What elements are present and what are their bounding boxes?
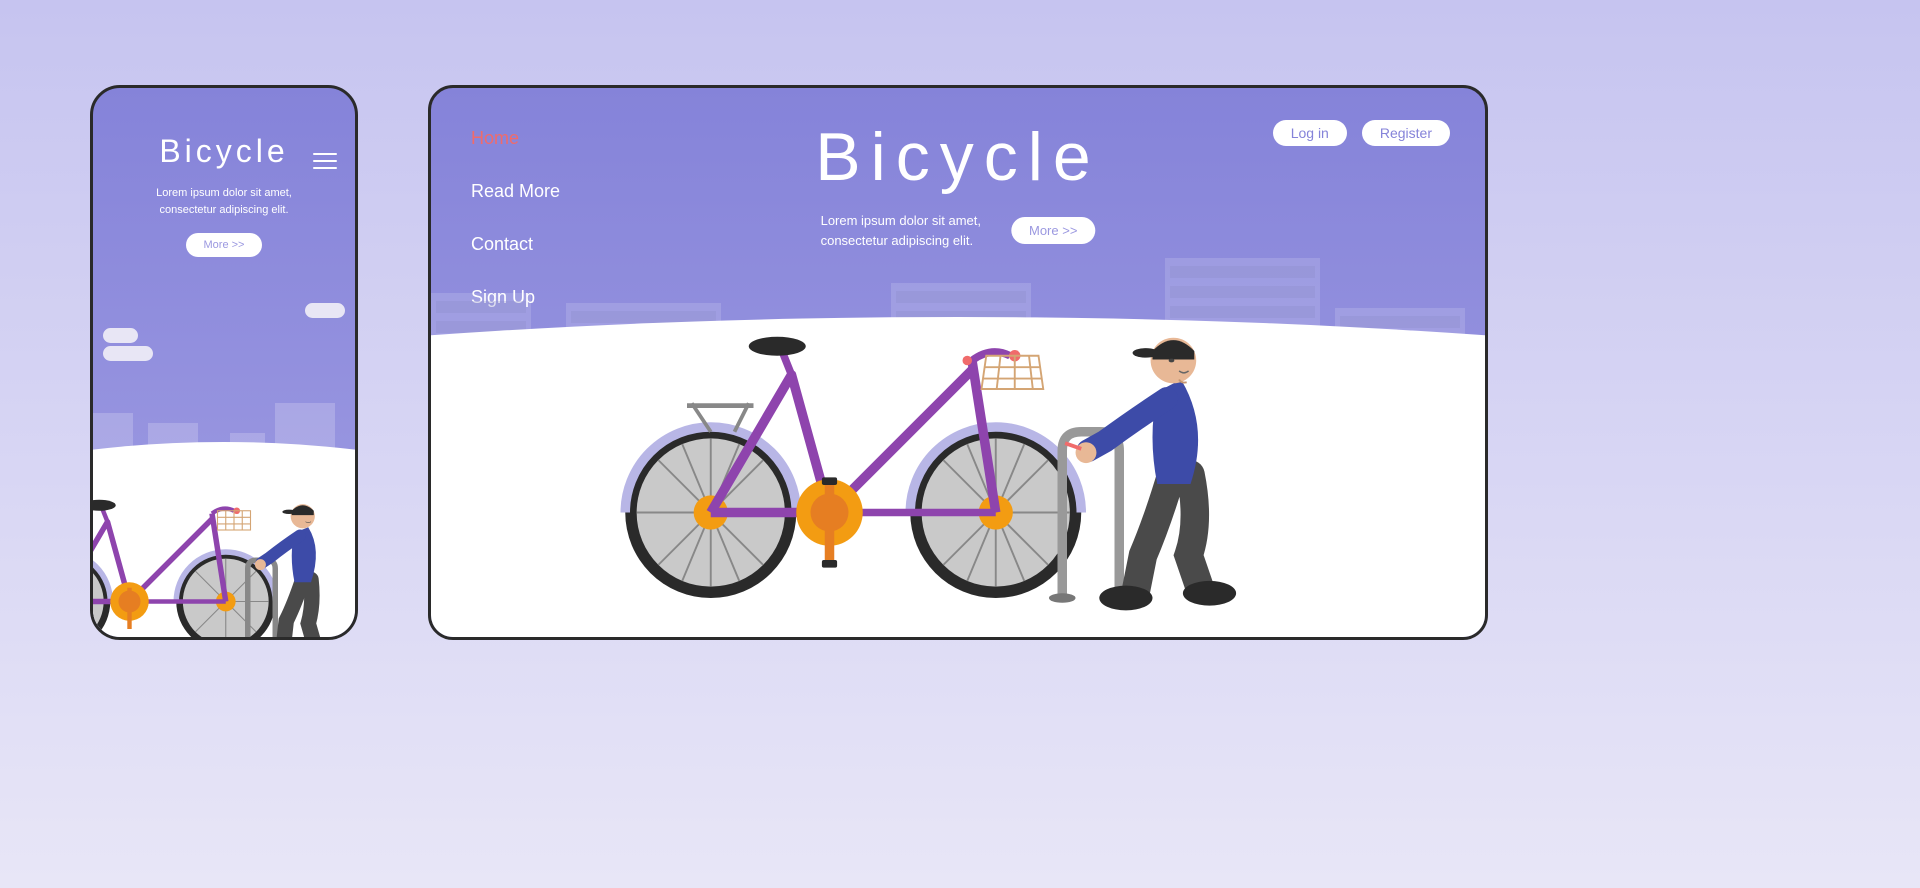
desktop-auth-buttons: Log in Register [1273, 120, 1450, 146]
mobile-more-button[interactable]: More >> [186, 233, 263, 257]
desktop-illustration [611, 308, 1295, 617]
nav-home[interactable]: Home [471, 128, 560, 149]
desktop-page-title: Bicycle [815, 118, 1100, 196]
desktop-subtitle: Lorem ipsum dolor sit amet, consectetur … [821, 211, 981, 250]
mobile-illustration [90, 483, 344, 640]
desktop-device-frame: Home Read More Contact Sign Up Log in Re… [428, 85, 1488, 640]
nav-read-more[interactable]: Read More [471, 181, 560, 202]
mobile-subtitle: Lorem ipsum dolor sit amet, consectetur … [93, 185, 355, 218]
login-button[interactable]: Log in [1273, 120, 1347, 146]
desktop-more-button[interactable]: More >> [1011, 217, 1095, 244]
nav-contact[interactable]: Contact [471, 234, 560, 255]
mobile-device-frame: Bicycle Lorem ipsum dolor sit amet, cons… [90, 85, 358, 640]
desktop-hero: Bicycle Lorem ipsum dolor sit amet, cons… [815, 118, 1100, 250]
register-button[interactable]: Register [1362, 120, 1450, 146]
hamburger-menu-icon[interactable] [313, 148, 337, 174]
